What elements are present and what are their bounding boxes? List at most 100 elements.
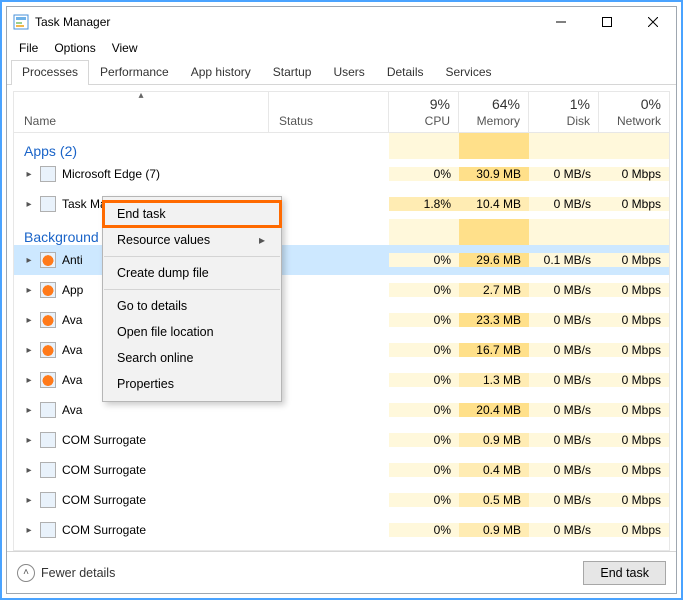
expand-icon[interactable]: ▸: [24, 285, 34, 296]
disk-cell: 0 MB/s: [529, 197, 599, 211]
context-menu-item[interactable]: Search online: [103, 345, 281, 371]
memory-cell: 2.7 MB: [459, 283, 529, 297]
menu-options[interactable]: Options: [46, 39, 103, 57]
process-name: COM Surrogate: [62, 523, 146, 537]
network-cell: 0 Mbps: [599, 373, 669, 387]
process-row[interactable]: ▸ COM Surrogate 0% 0.4 MB 0 MB/s 0 Mbps: [14, 455, 669, 485]
tab-processes[interactable]: Processes: [11, 60, 89, 85]
disk-cell: 0 MB/s: [529, 493, 599, 507]
minimize-button[interactable]: [538, 7, 584, 37]
expand-icon[interactable]: ▸: [24, 169, 34, 180]
process-row[interactable]: ▸ COM Surrogate 0% 0.9 MB 0 MB/s 0 Mbps: [14, 515, 669, 545]
context-menu-item[interactable]: Resource values ▸: [103, 227, 281, 253]
process-row[interactable]: ▸ COM Surrogate 0% 0.5 MB 0 MB/s 0 Mbps: [14, 485, 669, 515]
memory-cell: 16.7 MB: [459, 343, 529, 357]
process-icon: [40, 166, 56, 182]
process-list[interactable]: Apps (2) ▸ Microsoft Edge (7) 0% 30.9 MB…: [13, 132, 670, 551]
network-cell: 0 Mbps: [599, 167, 669, 181]
expand-icon[interactable]: ▸: [24, 255, 34, 266]
expand-icon[interactable]: ▸: [24, 199, 34, 210]
process-name: Ava: [62, 343, 82, 357]
context-menu-item[interactable]: End task: [103, 201, 281, 227]
process-name: Ava: [62, 403, 82, 417]
end-task-button[interactable]: End task: [583, 561, 666, 585]
network-cell: 0 Mbps: [599, 433, 669, 447]
col-status[interactable]: Status: [269, 92, 389, 132]
cpu-cell: 0%: [389, 313, 459, 327]
context-menu-label: Go to details: [117, 299, 187, 313]
disk-cell: 0 MB/s: [529, 463, 599, 477]
fewer-details-label: Fewer details: [41, 566, 115, 580]
disk-cell: 0 MB/s: [529, 343, 599, 357]
process-icon: [40, 402, 56, 418]
tab-users[interactable]: Users: [322, 60, 375, 85]
tab-details[interactable]: Details: [376, 60, 435, 85]
context-menu-item[interactable]: Properties: [103, 371, 281, 397]
expand-icon[interactable]: ▸: [24, 525, 34, 536]
context-menu-label: Search online: [117, 351, 193, 365]
process-name: App: [62, 283, 83, 297]
context-menu-label: Resource values: [117, 233, 210, 247]
expand-icon[interactable]: ▸: [24, 495, 34, 506]
cpu-cell: 0%: [389, 253, 459, 267]
cpu-label: CPU: [425, 114, 450, 128]
context-menu-item[interactable]: Create dump file: [103, 260, 281, 286]
cpu-cell: 0%: [389, 463, 459, 477]
context-menu-label: Create dump file: [117, 266, 209, 280]
tab-services[interactable]: Services: [435, 60, 503, 85]
context-menu-item[interactable]: Go to details: [103, 293, 281, 319]
network-cell: 0 Mbps: [599, 197, 669, 211]
process-icon: [40, 252, 56, 268]
process-name: COM Surrogate: [62, 463, 146, 477]
expand-icon[interactable]: ▸: [24, 345, 34, 356]
disk-cell: 0 MB/s: [529, 373, 599, 387]
tab-performance[interactable]: Performance: [89, 60, 180, 85]
col-cpu[interactable]: 9% CPU: [389, 92, 459, 132]
col-memory[interactable]: 64% Memory: [459, 92, 529, 132]
network-cell: 0 Mbps: [599, 313, 669, 327]
cpu-cell: 0%: [389, 167, 459, 181]
expand-icon[interactable]: ▸: [24, 435, 34, 446]
column-headers: ▴ Name Status 9% CPU 64% Memory 1% Disk: [13, 91, 670, 132]
tab-startup[interactable]: Startup: [262, 60, 323, 85]
disk-cell: 0 MB/s: [529, 403, 599, 417]
sort-indicator-icon: ▴: [138, 90, 143, 101]
disk-cell: 0 MB/s: [529, 283, 599, 297]
cpu-cell: 0%: [389, 493, 459, 507]
memory-cell: 23.3 MB: [459, 313, 529, 327]
group-title: Apps: [24, 143, 56, 153]
process-name: Microsoft Edge (7): [62, 167, 160, 181]
col-disk[interactable]: 1% Disk: [529, 92, 599, 132]
network-cell: 0 Mbps: [599, 403, 669, 417]
menu-file[interactable]: File: [11, 39, 46, 57]
cpu-cell: 0%: [389, 283, 459, 297]
context-menu-item[interactable]: Open file location: [103, 319, 281, 345]
process-row[interactable]: ▸ Microsoft Edge (7) 0% 30.9 MB 0 MB/s 0…: [14, 159, 669, 189]
memory-label: Memory: [477, 114, 520, 128]
menu-view[interactable]: View: [104, 39, 146, 57]
cpu-cell: 0%: [389, 523, 459, 537]
expand-icon[interactable]: ▸: [24, 375, 34, 386]
network-cell: 0 Mbps: [599, 343, 669, 357]
window-title: Task Manager: [35, 15, 110, 29]
expand-icon[interactable]: ▸: [24, 405, 34, 416]
context-menu-label: Properties: [117, 377, 174, 391]
process-row[interactable]: ▸ COM Surrogate 0% 0.9 MB 0 MB/s 0 Mbps: [14, 425, 669, 455]
expand-icon[interactable]: ▸: [24, 315, 34, 326]
process-icon: [40, 282, 56, 298]
maximize-button[interactable]: [584, 7, 630, 37]
memory-cell: 1.3 MB: [459, 373, 529, 387]
group-header[interactable]: Apps (2): [14, 133, 269, 159]
memory-percent: 64%: [467, 96, 520, 112]
expand-icon[interactable]: ▸: [24, 465, 34, 476]
network-label: Network: [617, 114, 661, 128]
tab-app-history[interactable]: App history: [180, 60, 262, 85]
memory-cell: 10.4 MB: [459, 197, 529, 211]
fewer-details-toggle[interactable]: ˄ Fewer details: [17, 564, 115, 582]
col-network[interactable]: 0% Network: [599, 92, 669, 132]
close-button[interactable]: [630, 7, 676, 37]
cpu-cell: 0%: [389, 343, 459, 357]
cpu-percent: 9%: [397, 96, 450, 112]
network-cell: 0 Mbps: [599, 253, 669, 267]
col-name[interactable]: ▴ Name: [14, 92, 269, 132]
